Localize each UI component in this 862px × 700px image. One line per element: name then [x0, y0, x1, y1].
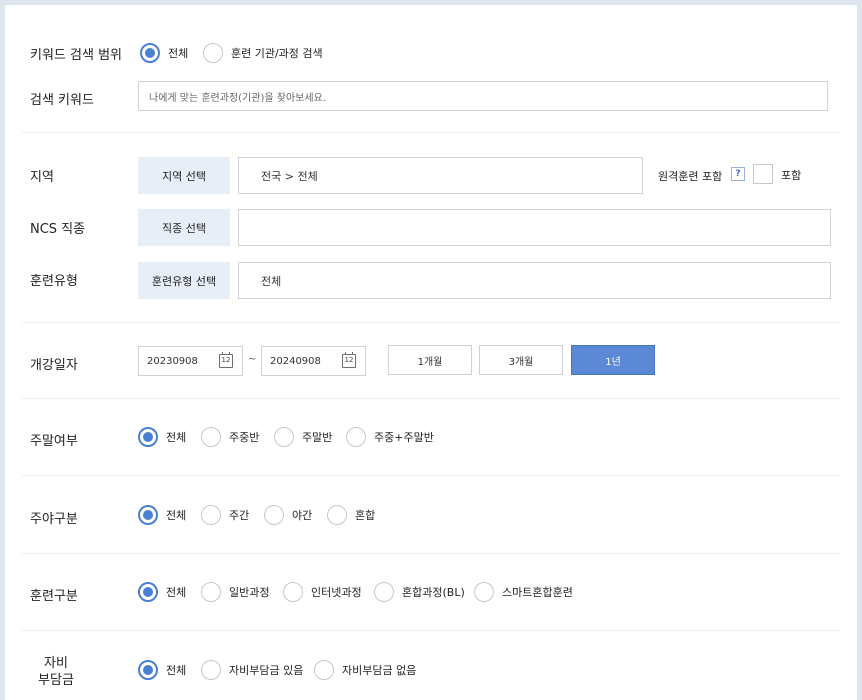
radio-circle [474, 582, 494, 602]
radio-circle [201, 427, 221, 447]
training-class-smart-radio[interactable]: 스마트혼합훈련 [474, 582, 573, 602]
weekend-weekday-radio[interactable]: 주중반 [201, 427, 259, 447]
divider [22, 398, 840, 399]
radio-circle [203, 43, 223, 63]
date-to-input[interactable]: 20240908 12 [261, 346, 366, 376]
radio-circle [264, 505, 284, 525]
weekend-weekend-radio[interactable]: 주말반 [274, 427, 332, 447]
period-1-month-button[interactable]: 1개월 [388, 345, 472, 375]
calendar-icon[interactable]: 12 [219, 352, 233, 368]
day-night-label: 주야구분 [30, 512, 78, 527]
training-type-value-field[interactable]: 전체 [238, 262, 831, 299]
radio-circle [274, 427, 294, 447]
region-value-field[interactable]: 전국 > 전체 [238, 157, 643, 194]
radio-circle [140, 43, 160, 63]
day-night-mixed-radio[interactable]: 혼합 [327, 505, 375, 525]
period-3-month-button[interactable]: 3개월 [479, 345, 563, 375]
day-night-day-radio[interactable]: 주간 [201, 505, 249, 525]
remote-include-checkbox[interactable] [753, 164, 773, 184]
region-select-button[interactable]: 지역 선택 [138, 157, 230, 194]
self-pay-all-radio[interactable]: 전체 [138, 660, 186, 680]
radio-circle [314, 660, 334, 680]
search-keyword-label: 검색 키워드 [30, 93, 94, 108]
date-from-input[interactable]: 20230908 12 [138, 346, 243, 376]
date-separator: ~ [248, 354, 257, 365]
weekend-both-radio[interactable]: 주중+주말반 [346, 427, 434, 447]
radio-circle [327, 505, 347, 525]
period-1-year-button[interactable]: 1년 [571, 345, 655, 375]
radio-circle [138, 582, 158, 602]
training-class-internet-radio[interactable]: 인터넷과정 [283, 582, 362, 602]
search-keyword-input[interactable]: 나에게 맞는 훈련과정(기관)을 찾아보세요. [138, 81, 828, 111]
divider [22, 475, 840, 476]
self-pay-yes-radio[interactable]: 자비부담금 있음 [201, 660, 303, 680]
training-type-select-button[interactable]: 훈련유형 선택 [138, 262, 230, 299]
radio-circle [138, 427, 158, 447]
keyword-scope-label: 키워드 검색 범위 [30, 48, 122, 63]
start-date-label: 개강일자 [30, 358, 78, 373]
radio-circle [138, 505, 158, 525]
day-night-night-radio[interactable]: 야간 [264, 505, 312, 525]
radio-circle [201, 505, 221, 525]
divider [22, 630, 840, 631]
divider [22, 322, 840, 323]
training-class-all-radio[interactable]: 전체 [138, 582, 186, 602]
ncs-label: NCS 직종 [30, 222, 86, 237]
help-icon[interactable]: ? [731, 167, 745, 181]
self-pay-no-radio[interactable]: 자비부담금 없음 [314, 660, 416, 680]
day-night-all-radio[interactable]: 전체 [138, 505, 186, 525]
radio-circle [283, 582, 303, 602]
divider [22, 132, 840, 133]
ncs-select-button[interactable]: 직종 선택 [138, 209, 230, 246]
self-pay-label: 자비 부담금 [38, 656, 74, 688]
region-label: 지역 [30, 170, 54, 185]
radio-circle [346, 427, 366, 447]
radio-circle [201, 582, 221, 602]
training-class-general-radio[interactable]: 일반과정 [201, 582, 269, 602]
weekend-all-radio[interactable]: 전체 [138, 427, 186, 447]
radio-circle [138, 660, 158, 680]
radio-circle [201, 660, 221, 680]
radio-circle [374, 582, 394, 602]
training-class-label: 훈련구분 [30, 589, 78, 604]
include-label: 포함 [781, 169, 802, 182]
training-class-blended-radio[interactable]: 혼합과정(BL) [374, 582, 465, 602]
keyword-scope-institution-radio[interactable]: 훈련 기관/과정 검색 [203, 43, 323, 63]
divider [22, 553, 840, 554]
keyword-scope-all-radio[interactable]: 전체 [140, 43, 188, 63]
weekend-label: 주말여부 [30, 434, 78, 449]
ncs-value-field[interactable] [238, 209, 831, 246]
calendar-icon[interactable]: 12 [342, 352, 356, 368]
training-type-label: 훈련유형 [30, 274, 78, 289]
remote-training-label: 원격훈련 포함 [658, 170, 723, 183]
